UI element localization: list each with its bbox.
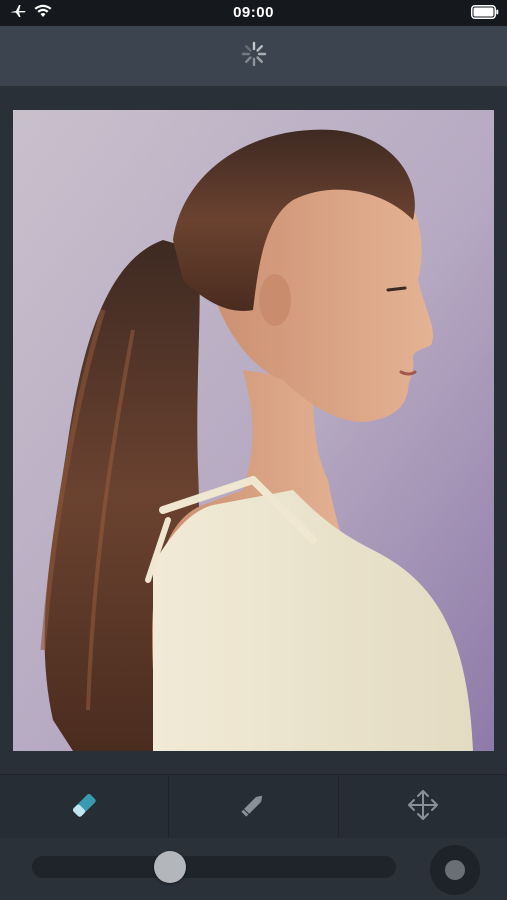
brush-dot-icon [445,860,465,880]
brush-preview[interactable] [430,845,480,895]
editing-canvas[interactable] [0,86,507,774]
pencil-icon [237,789,269,826]
brush-size-slider[interactable] [32,851,396,883]
move-tool-button[interactable] [339,775,507,839]
top-toolbar [0,26,507,86]
tool-row [0,774,507,839]
eraser-icon [68,789,100,826]
portrait-photo[interactable] [13,110,494,751]
status-bar: 09:00 [0,0,507,26]
pencil-tool-button[interactable] [169,775,339,839]
battery-icon [471,5,499,24]
status-time: 09:00 [233,4,274,21]
eraser-tool-button[interactable] [0,775,170,839]
loading-spinner-icon [241,41,267,72]
slider-fill [32,856,171,878]
move-icon [405,787,441,828]
